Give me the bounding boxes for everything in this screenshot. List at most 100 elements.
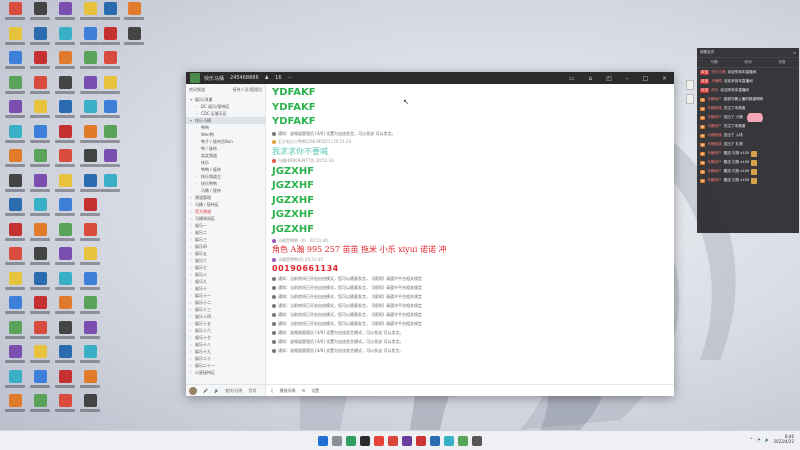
sidebar-channel-item[interactable]: › 娱乐四 — [186, 243, 265, 250]
file-icon[interactable] — [686, 94, 694, 104]
room-avatar[interactable] — [190, 73, 200, 83]
sidebar-channel-item[interactable]: › 娱乐六 — [186, 257, 265, 264]
sidebar-channel-item[interactable]: › 娱乐七 — [186, 264, 265, 271]
sidebar-channel-item[interactable]: · 笑笑频道 — [186, 152, 265, 159]
sidebar-channel-item[interactable]: › 娱乐十三 — [186, 306, 265, 313]
sidebar-channel-item[interactable]: › 频道管理 — [186, 194, 265, 201]
avatar[interactable] — [272, 132, 276, 136]
avatar[interactable] — [272, 348, 276, 353]
game-icon[interactable]: ◰ — [606, 75, 612, 82]
overlay-username[interactable]: 马桶频道 — [707, 106, 721, 111]
taskbar-app-icon[interactable] — [458, 435, 468, 446]
sidebar-channel-item[interactable]: › 娱乐五 — [186, 250, 265, 257]
clock[interactable]: 8:46 2023/4/22 — [773, 434, 794, 444]
avatar[interactable] — [272, 257, 276, 262]
sidebar-channel-item[interactable]: › 娱乐十七 — [186, 334, 265, 341]
volume-icon[interactable]: 🔈 — [765, 437, 770, 442]
taskbar-app-icon[interactable] — [318, 435, 328, 446]
wifi-icon[interactable]: ◔ — [757, 437, 761, 442]
sidebar-channel-item[interactable]: › 马桶休闲区 — [186, 215, 265, 222]
avatar[interactable] — [272, 303, 276, 308]
avatar[interactable] — [272, 285, 276, 290]
sidebar-channel-item[interactable]: · 快乐 — [186, 159, 265, 166]
overlay-username[interactable]: 马桶用户 — [707, 169, 721, 174]
overlay-tab[interactable]: 马桶 — [710, 60, 717, 65]
overlay-username[interactable]: 马桶用户 — [707, 115, 721, 120]
avatar[interactable] — [272, 238, 276, 243]
sidebar-channel-item[interactable]: › 官方频道 — [186, 208, 265, 215]
overlay-username[interactable]: 马桶频道 — [707, 142, 721, 147]
speaker-icon[interactable]: 🔊 — [214, 388, 219, 393]
taskbar-app-icon[interactable] — [360, 435, 370, 446]
desktop-shortcut-icon[interactable] — [78, 394, 102, 422]
sidebar-channel-item[interactable]: › 娱乐三 — [186, 236, 265, 243]
sidebar-channel-item[interactable]: › 娱乐十九 — [186, 348, 265, 355]
taskbar-app-icon[interactable] — [332, 435, 342, 446]
toolbar-play-accompaniment[interactable]: 播放伴奏 — [280, 388, 296, 394]
avatar[interactable] — [272, 330, 276, 335]
file-icon[interactable] — [686, 80, 694, 90]
sidebar-channel-item[interactable]: › 娱乐十八 — [186, 341, 265, 348]
overlay-username[interactable]: 马桶用户 — [707, 151, 721, 156]
taskbar-app-icon[interactable] — [346, 435, 356, 446]
sidebar-channel-item[interactable]: › 娱乐十五 — [186, 320, 265, 327]
toolbar-settings[interactable]: 设置 — [311, 388, 319, 394]
sidebar-channel-item[interactable]: › 娱乐十一 — [186, 292, 265, 299]
overlay-username[interactable]: 马桶用户 — [707, 97, 721, 102]
overlay-username[interactable]: 马桶用户 — [707, 178, 721, 183]
overlay-username[interactable]: 马桶用户 — [707, 160, 721, 165]
avatar[interactable] — [272, 159, 276, 163]
sidebar-channel-item[interactable]: · 鸭 / 接待 — [186, 145, 265, 152]
overlay-tab[interactable]: 消息 — [778, 60, 785, 65]
sidebar-channel-item[interactable]: › 娱乐十六 — [186, 327, 265, 334]
taskbar-app-icon[interactable] — [416, 435, 426, 446]
avatar[interactable] — [272, 276, 276, 281]
taskbar-app-icon[interactable] — [374, 435, 384, 446]
desktop-shortcut-icon[interactable] — [3, 394, 27, 422]
taskbar-app-icon[interactable] — [388, 435, 398, 446]
sidebar-channel-item[interactable]: · 快乐鸭鸭 — [186, 180, 265, 187]
overlay-username[interactable]: 马桶用户 — [707, 124, 721, 129]
close-icon[interactable]: × — [662, 75, 667, 82]
user-avatar[interactable] — [189, 386, 197, 395]
overlay-tab[interactable]: 房间 — [744, 60, 751, 65]
sidebar-channel-item[interactable]: · 马桶 / 接待 — [186, 187, 265, 194]
avatar[interactable] — [272, 140, 276, 144]
footer-label-find[interactable]: 查找/创建 — [225, 388, 242, 394]
sidebar-channel-item[interactable]: › DC 娱乐/接待区 — [186, 103, 265, 110]
overlay-username[interactable]: 马桶鸭 — [711, 79, 722, 84]
sidebar-channel-item[interactable]: › 娱乐二十 — [186, 355, 265, 362]
home-icon[interactable]: ⌂ — [588, 75, 592, 82]
desktop-shortcut-icon[interactable] — [122, 26, 146, 55]
sidebar-channel-item[interactable]: › 娱乐二十一 — [186, 362, 265, 369]
overlay-username[interactable]: 快乐 — [711, 88, 718, 93]
screen-icon[interactable]: ▭ — [569, 75, 575, 82]
sidebar-channel-item[interactable]: ▾ 娱乐/消遣 — [186, 96, 265, 103]
sidebar-channel-item[interactable]: › 娱乐十 — [186, 285, 265, 292]
sidebar-channel-item[interactable]: › 娱乐九 — [186, 278, 265, 285]
sidebar-channel-item[interactable]: · 快乐频道主 — [186, 173, 265, 180]
sidebar-channel-item[interactable]: › 娱乐十四 — [186, 313, 265, 320]
avatar[interactable] — [272, 312, 276, 317]
minimize-icon[interactable]: – — [626, 75, 629, 82]
desktop-shortcut-icon[interactable] — [53, 394, 77, 422]
avatar[interactable] — [272, 294, 276, 299]
sidebar-header-right[interactable]: 接待人员/管理员 — [233, 87, 262, 93]
sidebar-channel-item[interactable]: › 娱乐十二 — [186, 299, 265, 306]
sidebar-channel-item[interactable]: · 鸭鸭 / 接待 — [186, 166, 265, 173]
overlay-username[interactable]: 快乐马桶 — [711, 70, 725, 75]
taskbar-app-icon[interactable] — [444, 435, 454, 446]
maximize-icon[interactable]: □ — [642, 75, 648, 82]
desktop-shortcut-icon[interactable] — [98, 173, 122, 202]
overlay-close-icon[interactable]: × — [793, 51, 796, 55]
sidebar-channel-item[interactable]: · 鸭子 / 接待员Nan — [186, 138, 265, 145]
avatar[interactable] — [272, 321, 276, 326]
taskbar-app-icon[interactable] — [402, 435, 412, 446]
sidebar-channel-item[interactable]: ▾ 快乐马桶 — [186, 117, 265, 124]
music-icon[interactable]: ♫ — [270, 388, 274, 393]
sidebar-channel-item[interactable]: › 火星接待区 — [186, 369, 265, 376]
mic-icon[interactable]: 🎤 — [203, 388, 208, 393]
desktop-shortcut-icon[interactable] — [28, 394, 52, 422]
taskbar-app-icon[interactable] — [472, 435, 482, 446]
sidebar-channel-item[interactable]: › 马桶 / 接待区 — [186, 201, 265, 208]
